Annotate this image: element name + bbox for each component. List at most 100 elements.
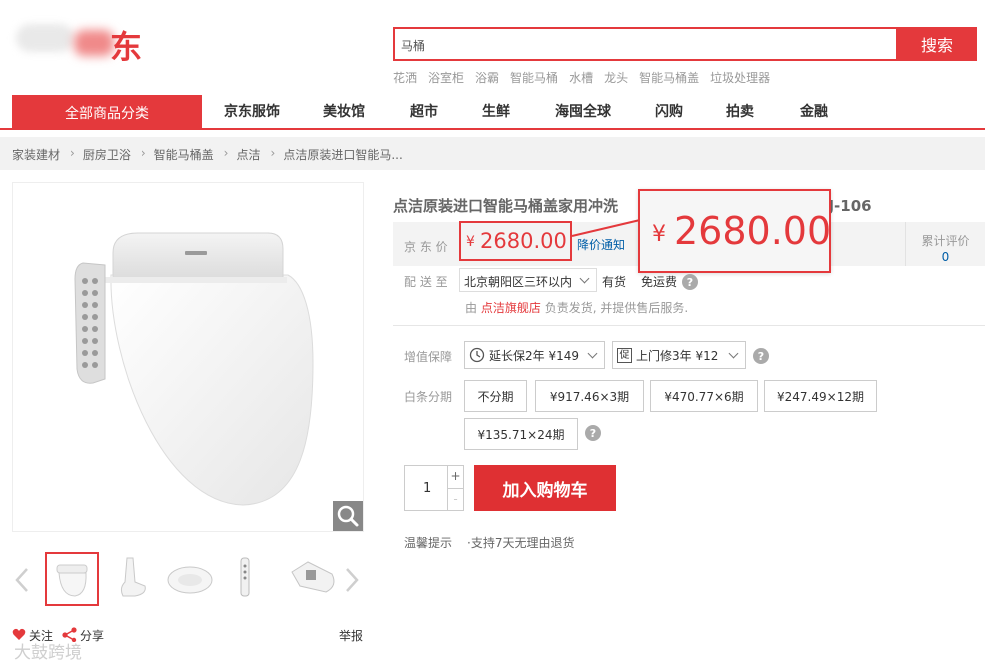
- report-link[interactable]: 举报: [339, 627, 363, 644]
- region-select[interactable]: 北京朝阳区三环以内: [459, 268, 597, 292]
- breadcrumb-item[interactable]: 厨房卫浴: [83, 146, 131, 163]
- seller-prefix: 由: [465, 301, 478, 315]
- currency-symbol: ¥: [652, 222, 666, 247]
- breadcrumb-item[interactable]: 智能马桶盖: [154, 146, 214, 163]
- price-amount: 2680.00: [480, 229, 567, 253]
- nav-item-supermarket[interactable]: 超市: [410, 95, 438, 130]
- home-repair-select[interactable]: 促 上门修3年 ¥12: [612, 341, 746, 369]
- all-categories-button[interactable]: 全部商品分类: [12, 95, 202, 130]
- installment-option[interactable]: ¥917.46×3期: [535, 380, 644, 412]
- extended-warranty-label: 延长保2年 ¥149: [489, 348, 579, 363]
- tips-text: ·支持7天无理由退货: [467, 536, 575, 550]
- hot-word-link[interactable]: 花洒: [393, 69, 417, 86]
- divider: [393, 325, 985, 326]
- thumbnail-image: [56, 564, 88, 597]
- chevron-right-icon[interactable]: [342, 566, 362, 594]
- quantity-value[interactable]: 1: [423, 481, 431, 496]
- breadcrumb-item: 点洁原装进口智能马...: [283, 148, 403, 162]
- hot-search-words: 花洒 浴室柜 浴霸 智能马桶 水槽 龙头 智能马桶盖 垃圾处理器: [393, 69, 770, 86]
- quantity-decrease-button[interactable]: -: [447, 489, 463, 511]
- repair-icon: 促: [617, 347, 632, 363]
- price-value: ¥ 2680.00: [459, 221, 572, 261]
- nav-item-beauty[interactable]: 美妆馆: [323, 95, 365, 130]
- tips-label: 温馨提示: [404, 536, 453, 550]
- extended-warranty-select[interactable]: 延长保2年 ¥149: [464, 341, 605, 369]
- service-label: 增值保障: [404, 350, 453, 364]
- home-repair-label: 上门修3年 ¥12: [636, 348, 719, 363]
- price-amount-magnified: 2680.00: [674, 209, 832, 253]
- magnifier-icon: [337, 505, 359, 527]
- help-icon[interactable]: ?: [682, 274, 698, 290]
- installment-option[interactable]: 不分期: [464, 380, 527, 412]
- installment-option[interactable]: ¥135.71×24期: [464, 418, 578, 450]
- logo-text: 东: [110, 28, 143, 66]
- installment-label: 白条分期: [404, 390, 453, 404]
- site-logo[interactable]: 东: [10, 14, 160, 70]
- currency-symbol: ¥: [466, 234, 475, 250]
- hot-word-link[interactable]: 垃圾处理器: [710, 69, 770, 86]
- review-count-link[interactable]: 0: [906, 250, 985, 264]
- hot-word-link[interactable]: 浴室柜: [428, 69, 464, 86]
- installment-option[interactable]: ¥470.77×6期: [650, 380, 758, 412]
- logo-blurred-mark: [74, 30, 114, 56]
- hot-word-link[interactable]: 水槽: [569, 69, 593, 86]
- breadcrumb: 家装建材 › 厨房卫浴 › 智能马桶盖 › 点洁 › 点洁原装进口智能马...: [12, 146, 403, 163]
- share-link[interactable]: 分享: [80, 627, 104, 644]
- thumbnail-image: [167, 566, 213, 594]
- hot-word-link[interactable]: 龙头: [604, 69, 628, 86]
- help-icon[interactable]: ?: [753, 348, 769, 364]
- product-main-image[interactable]: [12, 182, 364, 532]
- nav-item-fashion[interactable]: 京东服饰: [224, 95, 280, 130]
- breadcrumb-item[interactable]: 点洁: [236, 146, 260, 163]
- review-label: 累计评价: [921, 234, 970, 248]
- logo-blurred-mark: [16, 24, 74, 52]
- chevron-right-icon: ›: [70, 146, 75, 160]
- chevron-right-icon: ›: [140, 146, 146, 160]
- stock-status: 有货: [602, 275, 627, 289]
- region-value: 北京朝阳区三环以内: [464, 275, 573, 289]
- price-callout-magnified: ¥ 2680.00: [638, 189, 831, 273]
- hot-word-link[interactable]: 浴霸: [475, 69, 499, 86]
- price-label: 京 东 价: [404, 240, 448, 254]
- chevron-down-icon: [579, 273, 590, 284]
- review-summary: 累计评价 0: [905, 222, 985, 266]
- quantity-stepper[interactable]: 1 + -: [404, 465, 464, 511]
- seller-info: 由 点洁旗舰店 负责发货, 并提供售后服务.: [465, 299, 688, 316]
- help-icon[interactable]: ?: [585, 425, 601, 441]
- zoom-button[interactable]: [333, 501, 363, 531]
- thumbnail-2[interactable]: [107, 552, 161, 606]
- thumbnail-1[interactable]: [45, 552, 99, 606]
- price-drop-notify-link[interactable]: 降价通知: [577, 236, 625, 253]
- chevron-left-icon[interactable]: [12, 566, 32, 594]
- thumbnail-4[interactable]: [232, 552, 286, 606]
- chevron-right-icon: ›: [270, 146, 276, 160]
- nav-item-fresh[interactable]: 生鲜: [482, 95, 510, 130]
- hot-word-link[interactable]: 智能马桶盖: [639, 69, 699, 86]
- quantity-increase-button[interactable]: +: [447, 466, 463, 489]
- thumbnail-3[interactable]: [164, 552, 218, 606]
- product-title-text: 点洁原装进口智能马桶盖家用冲洗: [393, 197, 619, 215]
- seller-suffix: 负责发货, 并提供售后服务.: [544, 301, 689, 315]
- installment-option[interactable]: ¥247.49×12期: [764, 380, 877, 412]
- thumbnail-image: [291, 561, 335, 593]
- delivery-label: 配 送 至: [404, 275, 448, 289]
- search-button[interactable]: 搜索: [897, 27, 977, 61]
- breadcrumb-item[interactable]: 家装建材: [12, 146, 60, 163]
- search-input[interactable]: 马桶: [393, 27, 898, 61]
- thumbnail-image: [120, 557, 146, 597]
- add-to-cart-button[interactable]: 加入购物车: [474, 465, 616, 511]
- thumbnail-strip: [12, 552, 364, 608]
- toilet-seat-illustration: [74, 232, 314, 506]
- thumbnail-5[interactable]: [288, 552, 342, 606]
- callout-connector: [571, 219, 641, 237]
- nav-item-auction[interactable]: 拍卖: [726, 95, 754, 130]
- hot-word-link[interactable]: 智能马桶: [510, 69, 558, 86]
- seller-store-link[interactable]: 点洁旗舰店: [481, 301, 541, 315]
- nav-item-global[interactable]: 海囤全球: [555, 95, 611, 130]
- nav-item-flash-sale[interactable]: 闪购: [655, 95, 683, 130]
- search-placeholder: 马桶: [401, 39, 426, 53]
- clock-icon: [469, 347, 485, 363]
- chevron-down-icon: [587, 348, 598, 359]
- nav-item-finance[interactable]: 金融: [800, 95, 828, 130]
- watermark-text: 大鼓跨境: [14, 643, 82, 663]
